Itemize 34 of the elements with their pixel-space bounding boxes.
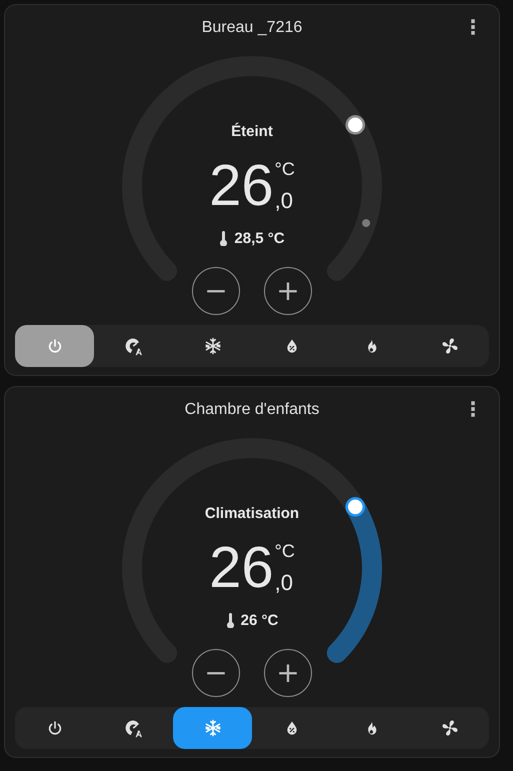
snowflake-icon [204,337,222,355]
more-options-button[interactable]: ⋮ [457,397,489,421]
target-temperature-handle[interactable] [346,115,366,135]
fan-icon [440,719,458,737]
power-icon [46,338,62,354]
hvac-mode-button[interactable] [173,707,252,749]
snowflake-icon [204,719,222,737]
temperature-decimal: ,0 [274,190,294,212]
more-options-button[interactable]: ⋮ [457,15,489,39]
increase-button[interactable]: + [264,649,312,697]
temperature-unit: °C [274,542,295,560]
dial-track[interactable] [122,56,382,281]
hvac-state-label: Éteint [231,123,273,140]
current-temperature: 26 °C [240,612,278,629]
hvac-state-label: Climatisation [204,505,300,522]
temperature-unit: °C [274,160,295,178]
increase-button[interactable]: + [264,267,312,315]
target-temperature: 26 [209,539,274,597]
power-icon [46,720,62,736]
current-temperature: 28,5 °C [234,230,285,247]
dial-track[interactable] [122,438,382,663]
target-temperature: 26 [209,157,274,215]
target-temperature-handle[interactable] [346,497,366,517]
gauge-auto-icon [124,336,144,356]
decrease-button[interactable]: − [192,649,240,697]
thermometer-icon [226,613,235,628]
gauge-auto-icon [124,718,144,738]
hvac-mode-button[interactable] [15,325,94,367]
temperature-decimal: ,0 [274,572,294,594]
card-title: Chambre d'enfants [184,401,320,419]
card-title: Bureau _7216 [202,19,302,37]
decrease-button[interactable]: − [192,267,240,315]
thermometer-icon [219,231,228,246]
fan-icon [440,337,458,355]
